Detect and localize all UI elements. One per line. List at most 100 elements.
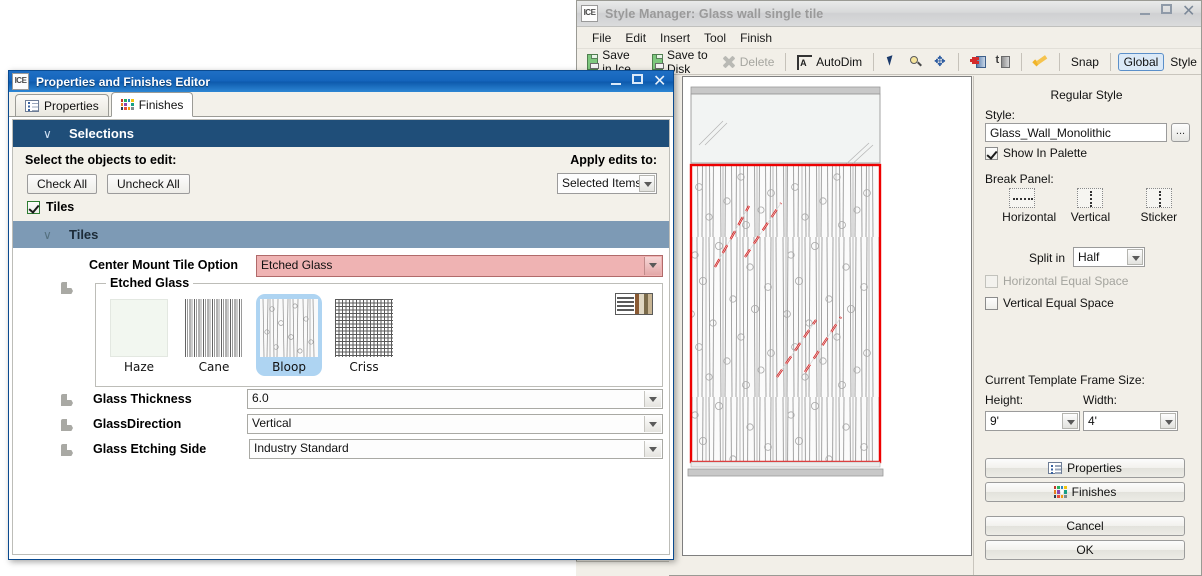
show-in-palette-row[interactable]: Show In Palette [985,146,1087,160]
style-manager-titlebar[interactable]: ICE Style Manager: Glass wall single til… [577,1,1201,27]
drawing-canvas[interactable] [682,76,972,556]
close-icon[interactable]: ✕ [1182,3,1197,19]
properties-list-icon [1048,462,1063,474]
glass-direction-select[interactable]: Vertical [247,414,663,434]
uncheck-all-button[interactable]: Uncheck All [107,174,190,194]
break-sticker-button[interactable]: Sticker [1139,188,1179,224]
style-toggle-button[interactable]: Style [1166,53,1201,71]
properties-finishes-editor-window: ICE Properties and Finishes Editor ✕ Pro… [8,70,674,560]
object-row-tiles[interactable]: Tiles [27,200,74,214]
menu-insert[interactable]: Insert [653,29,697,47]
style-name-input[interactable]: Glass_Wall_Monolithic [985,123,1167,142]
chevron-down-icon: ∨ [43,126,52,141]
break-vertical-label: Vertical [1070,210,1111,224]
zoom-magnifier-icon [909,55,923,69]
swatch-list: Haze Cane Bloop Criss [106,294,397,376]
swatch-cane[interactable]: Cane [181,294,247,376]
menu-edit[interactable]: Edit [618,29,653,47]
vertical-equal-space-label: Vertical Equal Space [1003,296,1114,310]
center-mount-tile-option-select[interactable]: Etched Glass [256,255,663,277]
maximize-button[interactable] [1161,4,1176,19]
minimize-button[interactable] [611,74,626,89]
approve-button[interactable] [1028,53,1052,71]
chevron-down-icon [1160,413,1176,429]
pan-move-icon: ✥ [933,52,946,69]
glass-direction-label: GlassDirection [93,417,182,431]
check-all-button[interactable]: Check All [27,174,98,194]
finishes-button[interactable]: Finishes [985,482,1185,502]
toolbar-separator [957,52,959,71]
menu-file[interactable]: File [585,29,618,47]
palette-view-icon[interactable] [615,293,653,315]
finishes-button-label: Finishes [1071,485,1117,499]
snap-button[interactable]: Snap [1067,53,1103,71]
show-in-palette-checkbox[interactable] [985,146,998,160]
frame-height-value: 9' [990,414,999,428]
swatch-haze[interactable]: Haze [106,294,172,376]
save-disk-icon [651,53,664,70]
pan-tool-button[interactable]: ✥ [929,53,951,71]
tiles-checkbox[interactable] [27,200,40,214]
regular-style-heading: Regular Style [1050,88,1123,102]
menu-finish[interactable]: Finish [733,29,779,47]
break-panel-label: Break Panel: [985,172,1054,186]
maximize-button[interactable] [632,74,647,89]
save-disk-icon [587,53,600,70]
tab-finishes-label: Finishes [138,97,184,112]
glass-direction-value: Vertical [252,416,292,430]
chevron-down-icon [644,441,661,457]
zoom-tool-button[interactable] [905,53,927,71]
tiles-section-header[interactable]: ∨ Tiles [13,221,669,248]
selections-header-label: Selections [69,126,135,141]
swatch-criss[interactable]: Criss [331,294,397,376]
frame-height-select[interactable]: 9' [985,411,1080,431]
glass-etching-side-select[interactable]: Industry Standard [249,439,663,459]
delete-label: Delete [739,54,775,69]
swatch-haze-label: Haze [123,360,155,374]
autodim-button[interactable]: AutoDim [793,53,866,71]
add-panel-button[interactable] [966,53,990,71]
toolbar-separator [785,52,787,71]
taskbar-strip [576,561,669,576]
break-vertical-button[interactable]: Vertical [1070,188,1110,224]
vertical-equal-space-row[interactable]: Vertical Equal Space [985,296,1114,310]
glass-thickness-select[interactable]: 6.0 [247,389,663,409]
split-in-label: Split in [1029,251,1066,265]
window-title: Properties and Finishes Editor [36,74,211,89]
close-icon[interactable]: ✕ [653,73,668,89]
ok-button[interactable]: OK [985,540,1185,560]
browse-style-button[interactable]: ... [1171,123,1190,142]
cancel-button[interactable]: Cancel [985,516,1185,536]
break-horizontal-button[interactable]: Horizontal [1002,188,1056,224]
apply-edits-select[interactable]: Selected Items [557,173,657,194]
frame-size-label: Current Template Frame Size: [985,373,1145,387]
chevron-down-icon [639,175,655,192]
select-tool-button[interactable] [881,53,903,71]
panel-tool-button[interactable] [992,53,1014,71]
vertical-equal-space-checkbox[interactable] [985,296,998,310]
horizontal-equal-space-label: Horizontal Equal Space [1003,274,1129,288]
chevron-down-icon [644,416,661,432]
tab-properties[interactable]: Properties [15,94,109,116]
selections-section-header[interactable]: ∨ Selections [13,120,669,147]
tiles-header-label: Tiles [69,227,99,242]
minimize-button[interactable] [1140,4,1155,19]
editor-titlebar[interactable]: ICE Properties and Finishes Editor ✕ [9,71,673,92]
approve-check-icon [1032,55,1048,69]
window-controls: ✕ [1140,3,1197,19]
glass-thickness-value: 6.0 [252,391,269,405]
menu-tool[interactable]: Tool [697,29,733,47]
frame-width-select[interactable]: 4' [1083,411,1178,431]
properties-button[interactable]: Properties [985,458,1185,478]
style-field-label: Style: [985,108,1016,122]
app-badge-icon: ICE [12,73,29,90]
chevron-down-icon [1127,249,1143,265]
split-in-select[interactable]: Half [1073,247,1145,267]
width-label: Width: [1083,393,1118,407]
global-toggle-button[interactable]: Global [1117,52,1165,71]
tab-finishes[interactable]: Finishes [110,92,194,117]
app-badge-icon: ICE [581,5,598,22]
tiles-body: Center Mount Tile Option Etched Glass Et… [13,248,669,554]
properties-list-icon [25,99,39,112]
swatch-bloop[interactable]: Bloop [256,294,322,376]
